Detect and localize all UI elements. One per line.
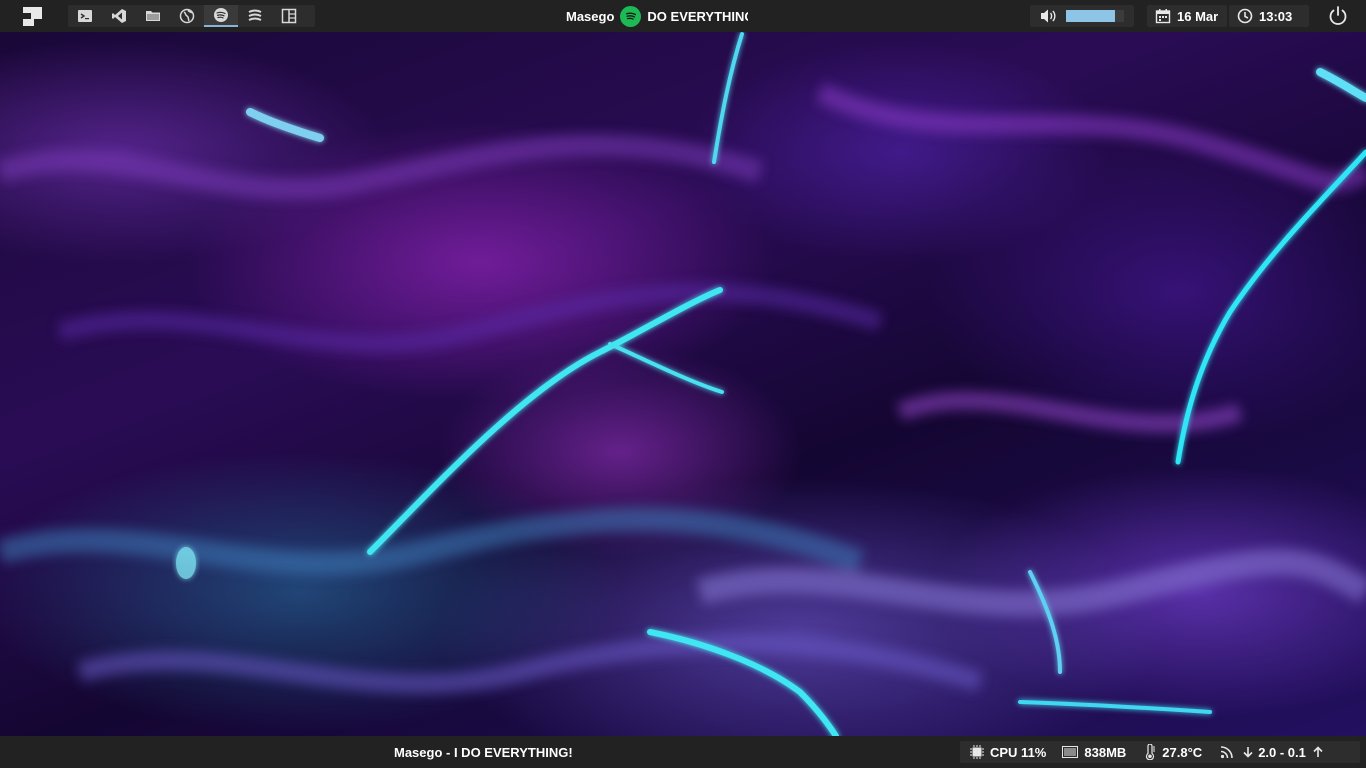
now-playing[interactable]: Masego DO EVERYTHING [566,5,748,27]
layout-icon [281,8,297,24]
volume-level [1066,10,1116,22]
temperature-widget[interactable]: 27.8°C [1144,744,1202,760]
memory-icon [1062,746,1079,758]
terminal-icon [78,10,92,22]
cpu-widget[interactable]: CPU 11% [970,745,1046,760]
network-widget[interactable]: 2.0 - 0.1 [1220,745,1324,760]
vscode-icon [112,9,126,23]
memory-widget[interactable]: 838MB [1062,745,1126,760]
desktop-wallpaper [0,32,1366,736]
now-playing-title: DO EVERYTHING [647,8,748,24]
folder-icon [146,11,160,21]
power-icon[interactable] [1327,5,1349,27]
top-panel: Masego DO EVERYTHING 16 Mar 13:03 [0,0,1366,32]
stack-icon [248,9,262,21]
download-arrow-icon [1243,747,1253,758]
app-dock [68,5,315,27]
dock-layout[interactable] [272,5,306,27]
date-text: 16 Mar [1177,8,1219,24]
upload-arrow-icon [1313,746,1323,757]
date-widget[interactable]: 16 Mar [1147,5,1227,27]
clock-icon [1237,8,1253,24]
dock-spotify[interactable] [204,5,238,27]
calendar-icon [1155,9,1171,24]
dock-vscode[interactable] [102,5,136,27]
time-text: 13:03 [1259,8,1293,24]
clock-widget[interactable]: 13:03 [1229,5,1309,27]
volume-control[interactable] [1030,5,1134,27]
dock-browser[interactable] [170,5,204,27]
app-launcher-icon[interactable] [23,7,42,26]
rss-icon [1221,746,1233,759]
dock-stack[interactable] [238,5,272,27]
cpu-text: CPU 11% [990,744,1047,760]
dock-terminal[interactable] [68,5,102,27]
thermometer-icon [1146,744,1156,760]
memory-text: 838MB [1084,744,1127,760]
track-title[interactable]: Masego - I DO EVERYTHING! [394,745,573,760]
cpu-icon [970,745,984,759]
spotify-logo-icon [620,5,642,27]
globe-icon [179,8,195,24]
system-monitor: CPU 11% 838MB 27.8°C 2.0 - 0.1 [960,741,1360,763]
dock-files[interactable] [136,5,170,27]
wallpaper-art [0,32,1366,736]
speaker-icon [1041,9,1056,23]
volume-slider[interactable] [1066,10,1124,22]
spotify-icon [214,8,228,22]
network-text: 2.0 - 0.1 [1258,744,1306,760]
now-playing-artist: Masego [566,8,615,24]
temperature-text: 27.8°C [1162,744,1203,760]
bottom-panel: Masego - I DO EVERYTHING! CPU 11% 838MB … [0,736,1366,768]
